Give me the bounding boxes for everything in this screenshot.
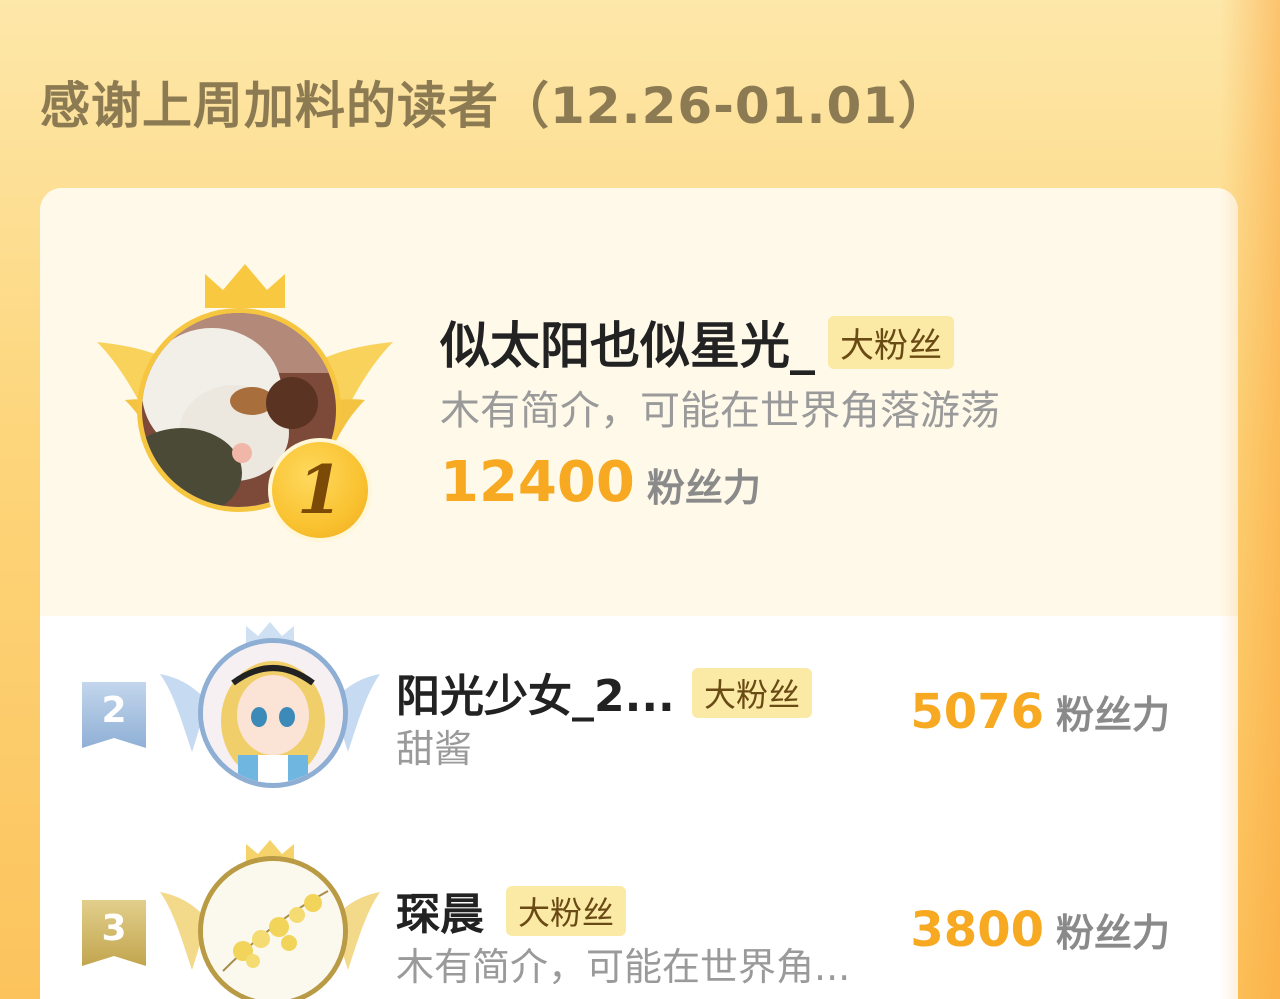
- rank-3-entry[interactable]: 3 琛晨 大粉丝 木有简介，可能在世界角... 3800 粉丝力: [40, 838, 1238, 999]
- rank-1-medal: 1: [268, 438, 372, 542]
- rank-number-text: 3: [101, 908, 127, 949]
- rank-number: 2: [82, 682, 146, 748]
- fan-power-score: 5076 粉丝力: [910, 684, 1170, 740]
- score-unit: 粉丝力: [1055, 911, 1170, 955]
- leaderboard-card: 1 似太阳也似星光_ 大粉丝 木有简介，可能在世界角落游荡 12400 粉丝力 2: [40, 188, 1238, 999]
- fan-power-score: 3800 粉丝力: [910, 902, 1170, 958]
- avatar-image: [203, 861, 343, 999]
- rank-number: 1: [297, 451, 343, 529]
- score-unit: 粉丝力: [1055, 693, 1170, 737]
- user-bio: 木有简介，可能在世界角...: [396, 945, 851, 989]
- fan-power-score: 12400 粉丝力: [440, 450, 761, 515]
- score-value: 12400: [440, 450, 635, 515]
- username[interactable]: 琛晨: [396, 878, 484, 942]
- page-title: 感谢上周加料的读者（12.26-01.01）: [40, 77, 950, 135]
- rank-number-text: 2: [101, 690, 127, 731]
- fan-level-badge: 大粉丝: [506, 886, 627, 936]
- fans-leaderboard-screen: 感谢上周加料的读者（12.26-01.01） 1 似太阳也似星光_ 大粉丝 木有…: [0, 0, 1280, 999]
- rank-1-entry[interactable]: 1 似太阳也似星光_ 大粉丝 木有简介，可能在世界角落游荡 12400 粉丝力: [40, 188, 1238, 616]
- user-bio: 甜酱: [396, 727, 473, 771]
- score-value: 5076: [910, 684, 1044, 740]
- avatar-image: [203, 643, 343, 783]
- username[interactable]: 阳光少女_2...: [396, 660, 675, 724]
- score-value: 3800: [910, 902, 1044, 958]
- rank-2-entry[interactable]: 2 阳光少女_2... 大粉丝 甜酱 5076 粉丝力: [40, 620, 1238, 820]
- fan-level-badge: 大粉丝: [828, 316, 954, 369]
- fan-level-badge: 大粉丝: [692, 668, 813, 718]
- rank-number: 3: [82, 900, 146, 966]
- score-unit: 粉丝力: [646, 466, 761, 510]
- username[interactable]: 似太阳也似星光_: [440, 306, 815, 378]
- avatar[interactable]: [198, 638, 348, 788]
- avatar[interactable]: [198, 856, 348, 999]
- user-bio: 木有简介，可能在世界角落游荡: [440, 388, 1000, 434]
